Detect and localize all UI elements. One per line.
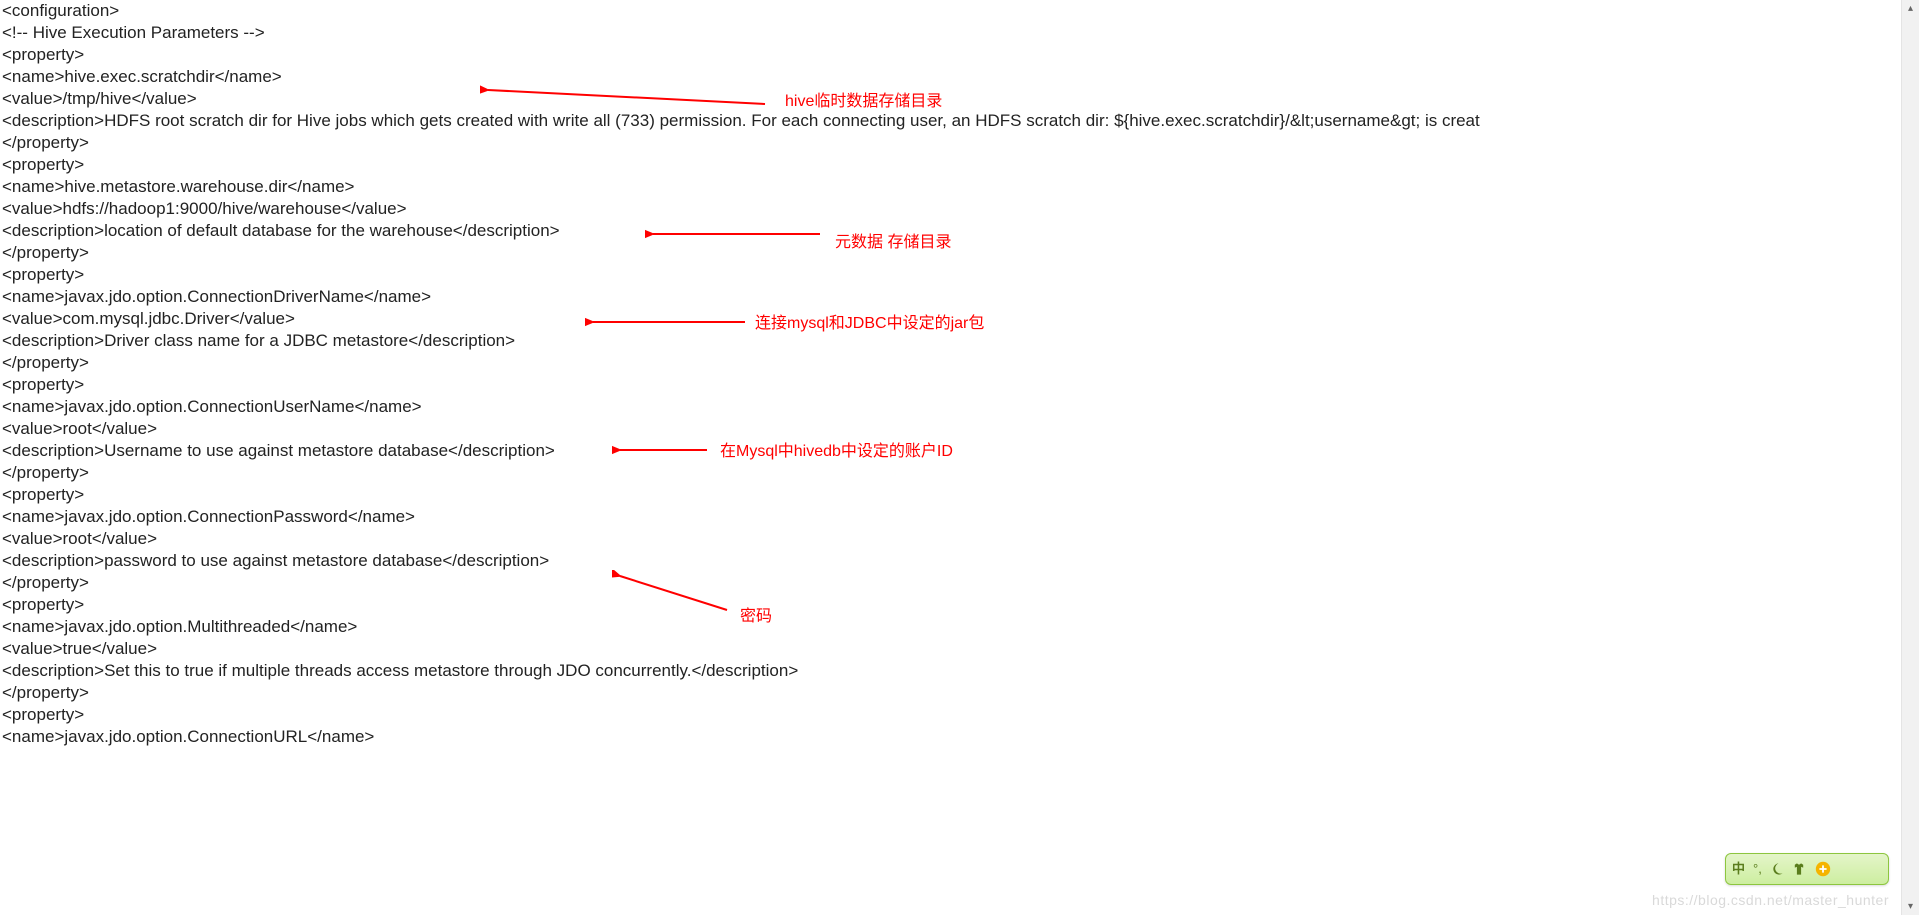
code-line: <property> [0, 704, 1919, 726]
code-line: <name>javax.jdo.option.ConnectionPasswor… [0, 506, 1919, 528]
code-line: <property> [0, 374, 1919, 396]
tools-icon[interactable] [1814, 860, 1832, 878]
code-line: <!-- Hive Execution Parameters --> [0, 22, 1919, 44]
ime-punct-icon[interactable]: °, [1753, 861, 1762, 878]
code-line: <name>javax.jdo.option.ConnectionUserNam… [0, 396, 1919, 418]
code-line: <description>Set this to true if multipl… [0, 660, 1919, 682]
annotation-text: 连接mysql和JDBC中设定的jar包 [755, 314, 984, 335]
code-line: <property> [0, 484, 1919, 506]
annotation-text: 在Mysql中hivedb中设定的账户ID [720, 442, 953, 463]
code-line: <description>Username to use against met… [0, 440, 1919, 462]
vertical-scrollbar[interactable]: ▴ ▾ [1901, 0, 1919, 915]
code-line: <value>hdfs://hadoop1:9000/hive/warehous… [0, 198, 1919, 220]
code-line: <name>javax.jdo.option.Multithreaded</na… [0, 616, 1919, 638]
document-page: <configuration> <!-- Hive Execution Para… [0, 0, 1919, 915]
code-line: <name>hive.metastore.warehouse.dir</name… [0, 176, 1919, 198]
annotation-text: 密码 [740, 607, 772, 628]
code-line: </property> [0, 682, 1919, 704]
code-line: <description>HDFS root scratch dir for H… [0, 110, 1919, 132]
ime-toolbar[interactable]: 中 °, [1725, 853, 1889, 885]
scroll-down-icon[interactable]: ▾ [1902, 898, 1919, 915]
code-line: <property> [0, 44, 1919, 66]
code-line: <property> [0, 264, 1919, 286]
annotation-text: 元数据 存储目录 [835, 233, 951, 254]
code-line: </property> [0, 462, 1919, 484]
code-line: <property> [0, 594, 1919, 616]
code-line: </property> [0, 572, 1919, 594]
code-line: <name>javax.jdo.option.ConnectionDriverN… [0, 286, 1919, 308]
ime-language-label[interactable]: 中 [1732, 861, 1745, 878]
watermark-text: https://blog.csdn.net/master_hunter [1652, 891, 1889, 909]
code-line: <description>password to use against met… [0, 550, 1919, 572]
moon-icon[interactable] [1770, 862, 1784, 876]
code-line: <value>true</value> [0, 638, 1919, 660]
scroll-up-icon[interactable]: ▴ [1902, 0, 1919, 17]
code-line: <property> [0, 154, 1919, 176]
code-line: <value>/tmp/hive</value> [0, 88, 1919, 110]
annotation-text: hive临时数据存储目录 [785, 92, 942, 113]
code-line: <value>root</value> [0, 418, 1919, 440]
code-line: <description>location of default databas… [0, 220, 1919, 242]
code-line: </property> [0, 242, 1919, 264]
code-line: <configuration> [0, 0, 1919, 22]
code-line: </property> [0, 352, 1919, 374]
code-line: <name>javax.jdo.option.ConnectionURL</na… [0, 726, 1919, 748]
code-line: <value>root</value> [0, 528, 1919, 550]
code-line: </property> [0, 132, 1919, 154]
shirt-icon[interactable] [1792, 862, 1806, 876]
code-line: <name>hive.exec.scratchdir</name> [0, 66, 1919, 88]
